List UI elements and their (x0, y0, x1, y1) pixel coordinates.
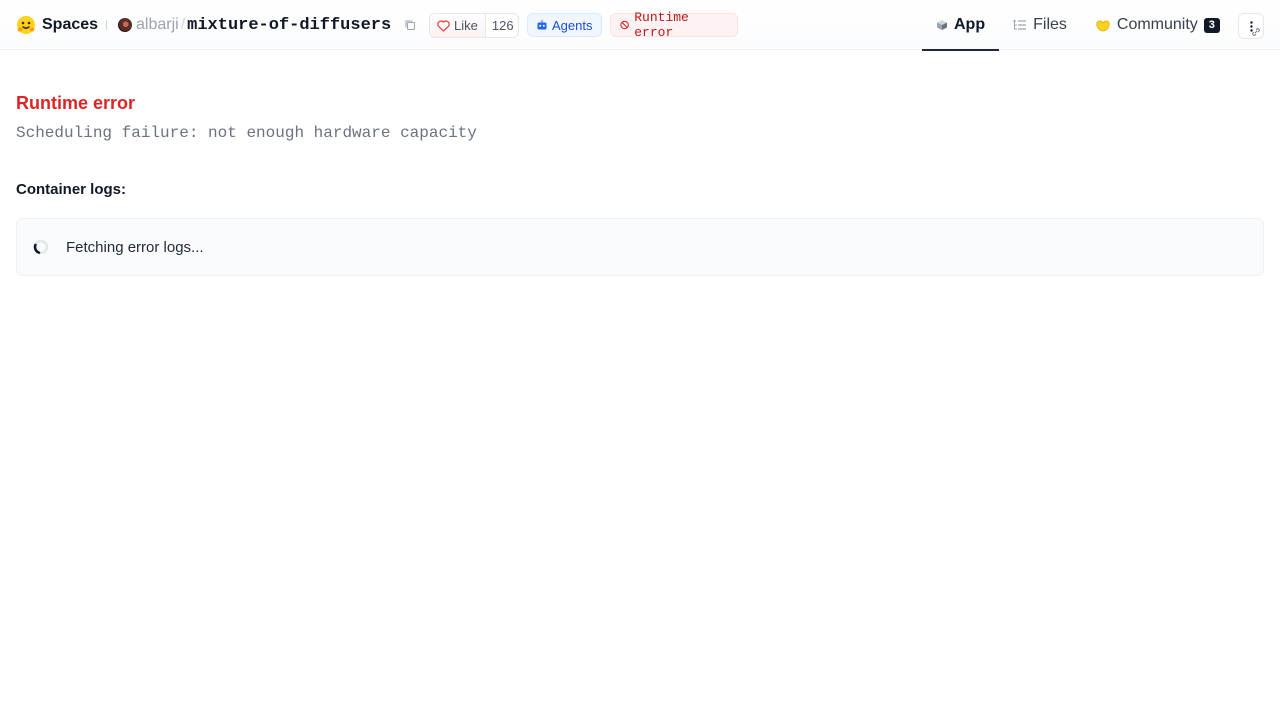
spinner-icon (33, 239, 49, 255)
hugging-face-icon (17, 16, 35, 34)
file-tree-icon (1013, 20, 1027, 30)
agents-button[interactable]: Agents (527, 13, 602, 37)
stop-circle-icon (620, 20, 629, 30)
spaces-home-link[interactable]: Spaces (16, 14, 98, 36)
heart-icon (437, 19, 450, 32)
like-toggle[interactable]: Like (430, 14, 485, 37)
link-icon (1252, 28, 1260, 36)
community-count-badge: 3 (1203, 17, 1220, 33)
breadcrumb-separator: / (180, 16, 186, 33)
spaces-label: Spaces (42, 16, 99, 33)
more-options-button[interactable] (1238, 13, 1264, 39)
status-label: Runtime error (634, 10, 689, 40)
copy-icon[interactable] (404, 19, 416, 31)
like-count[interactable]: 126 (484, 14, 518, 37)
status-badge[interactable]: Runtime error (610, 10, 738, 40)
robot-icon (537, 20, 547, 30)
cube-icon (937, 20, 947, 30)
tab-files-label: Files (1033, 16, 1067, 33)
hands-icon (1096, 20, 1110, 32)
container-logs-panel: Fetching error logs... (16, 218, 1264, 276)
owner-link[interactable]: albarji (136, 16, 179, 34)
container-logs-heading: Container logs: (16, 181, 127, 198)
header-divider (106, 20, 107, 30)
like-label: Like (454, 18, 478, 33)
error-message: Scheduling failure: not enough hardware … (16, 124, 477, 142)
agents-label: Agents (552, 17, 593, 33)
tab-files[interactable]: Files (999, 0, 1081, 50)
top-header: Spaces albarji / mixture-of-diffusers Li… (0, 0, 1280, 51)
like-button[interactable]: Like 126 (429, 13, 519, 38)
tab-community[interactable]: Community 3 (1081, 0, 1234, 50)
owner-avatar[interactable] (118, 18, 132, 32)
error-title: Runtime error (16, 93, 136, 113)
repo-breadcrumb: albarji / mixture-of-diffusers (118, 13, 391, 37)
tab-community-label: Community (1116, 16, 1198, 33)
logs-status-text: Fetching error logs... (66, 238, 204, 256)
tab-app[interactable]: App (922, 0, 1000, 51)
tab-app-label: App (954, 16, 986, 33)
space-tabs: App Files Community 3 (922, 0, 1234, 51)
repo-name-link[interactable]: mixture-of-diffusers (187, 16, 391, 35)
